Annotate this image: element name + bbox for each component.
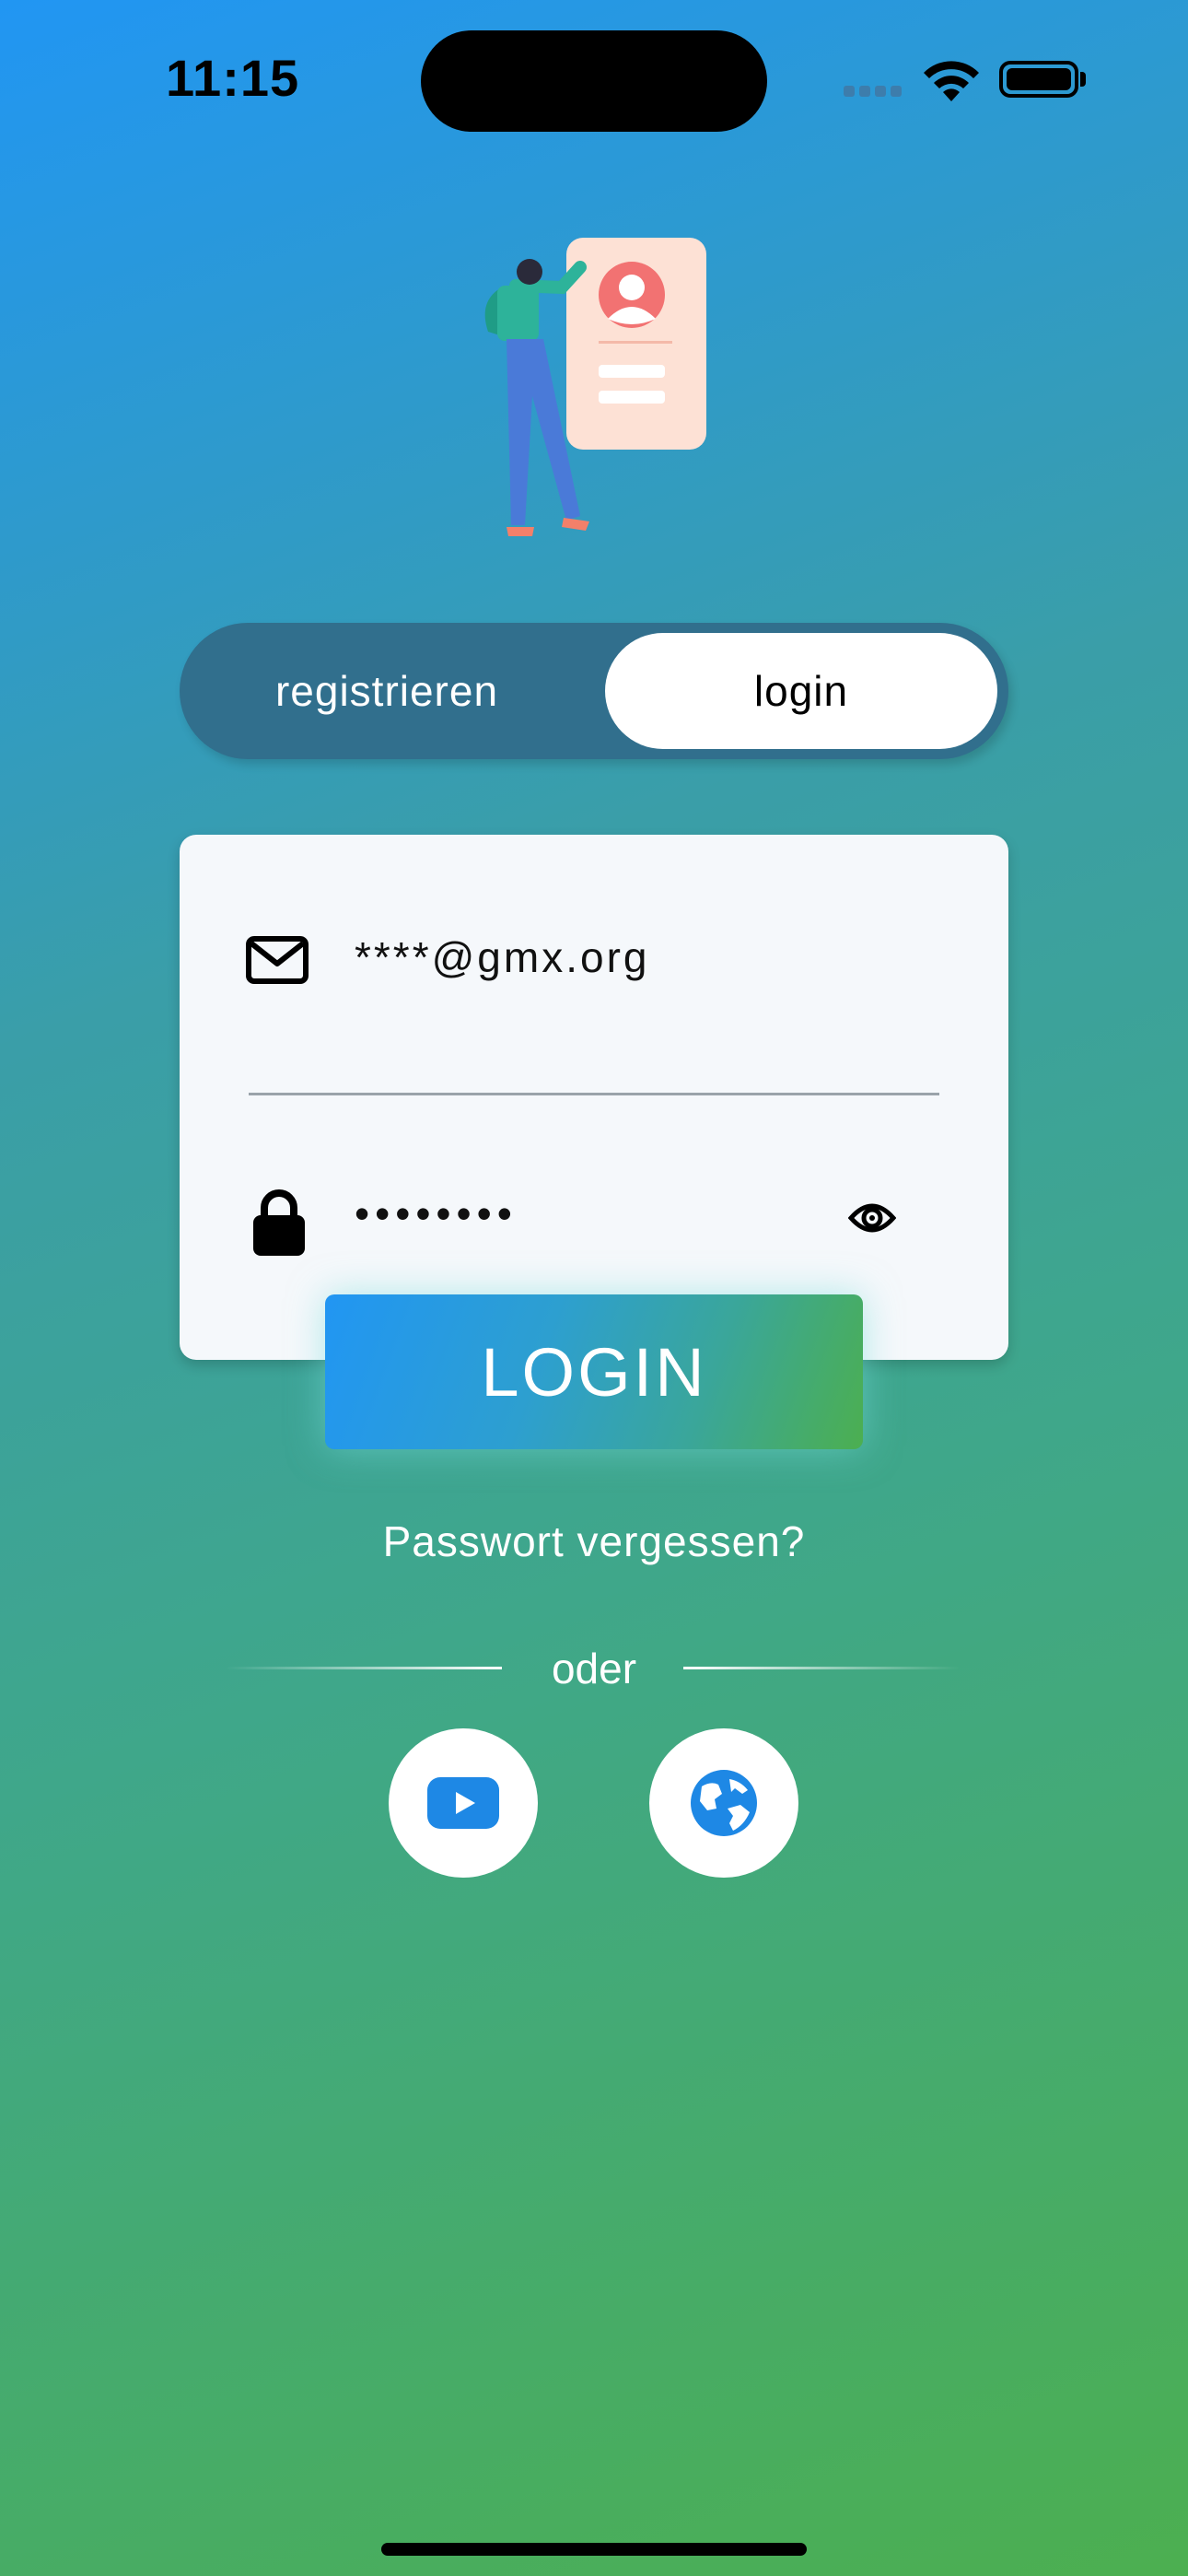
wifi-icon [924,61,979,101]
password-field[interactable]: •••••••• [355,1188,518,1238]
auth-mode-toggle: registrieren login [180,623,1008,759]
forgot-password-link[interactable]: Passwort vergessen? [0,1516,1188,1566]
tab-login[interactable]: login [605,633,997,749]
home-indicator [381,2543,807,2556]
email-field[interactable]: ****@gmx.org [355,932,649,982]
lock-icon [253,1189,305,1256]
eye-icon[interactable] [848,1198,896,1238]
mail-icon [246,936,309,984]
field-divider [249,1093,939,1095]
login-illustration [484,238,706,536]
battery-tip [1080,72,1086,87]
tab-register[interactable]: registrieren [180,623,594,759]
battery-icon [999,61,1078,98]
login-button[interactable]: LOGIN [325,1294,863,1449]
status-time: 11:15 [166,49,300,107]
website-button[interactable] [649,1728,798,1878]
login-form-card: ****@gmx.org •••••••• [180,835,1008,1360]
cellular-signal-icon [844,85,908,97]
youtube-login-button[interactable] [389,1728,538,1878]
youtube-icon [427,1777,499,1829]
separator-line-right [683,1667,960,1669]
separator-label: oder [551,1645,637,1692]
globe-icon [691,1770,757,1836]
dynamic-island [421,30,767,132]
